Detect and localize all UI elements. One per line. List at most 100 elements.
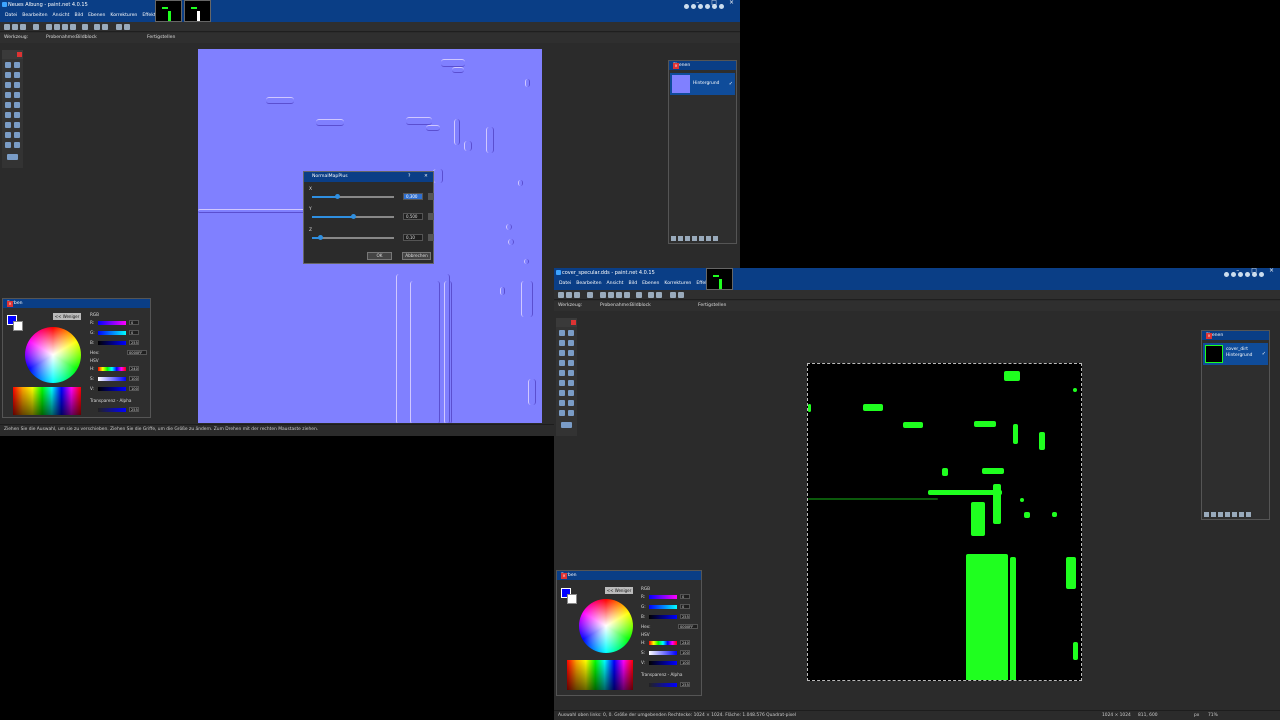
slider-z-value[interactable]: 0,10 [403,234,423,241]
color-palette-2[interactable] [567,660,633,690]
grid-icon-2[interactable] [670,292,676,298]
add-layer-icon-2[interactable] [1204,512,1209,517]
maximize-icon[interactable]: □ [711,0,717,6]
move-up-icon-2[interactable] [1232,512,1237,517]
open-icon-2[interactable] [566,292,572,298]
sampling-select-2[interactable]: Bildblock [630,303,651,308]
v-value-2[interactable]: 100 [680,660,690,665]
redo-icon[interactable] [102,24,108,30]
layers-close-icon[interactable]: × [673,63,679,69]
s-value-2[interactable]: 100 [680,650,690,655]
color-wheel-2[interactable] [579,599,633,653]
tools-icon-2[interactable] [1224,272,1229,277]
save-icon-2[interactable] [574,292,580,298]
b-slider-2[interactable] [649,615,677,619]
h-slider[interactable] [98,367,126,371]
move-sel-icon-2[interactable] [568,340,574,346]
text-icon-2[interactable] [559,410,565,416]
duplicate-layer-icon[interactable] [685,236,690,241]
deselect-icon-2[interactable] [636,292,642,298]
pan-icon-2[interactable] [568,360,574,366]
pencil-icon-2[interactable] [559,390,565,396]
ellipse-select-icon-2[interactable] [559,350,565,356]
lasso-icon-2[interactable] [559,340,565,346]
copy-icon[interactable] [54,24,60,30]
layer-row-cover-dirt[interactable]: cover_dirt Hintergrund ✓ [1203,343,1268,365]
print-icon[interactable] [33,24,39,30]
dialog-close-button[interactable]: ✕ [424,174,428,179]
deselect-icon[interactable] [82,24,88,30]
ok-button[interactable]: OK [367,252,392,260]
g-slider-2[interactable] [649,605,677,609]
ruler-icon-2[interactable] [678,292,684,298]
slider-y-reset-icon[interactable] [428,213,434,220]
status-zoom[interactable]: 71% [1208,713,1218,718]
menu-korrekturen-2[interactable]: Korrekturen [664,281,691,286]
r-slider[interactable] [98,321,126,325]
bucket-icon-2[interactable] [559,370,565,376]
slider-z-track[interactable] [312,235,394,240]
new-icon[interactable] [4,24,10,30]
less-button[interactable]: << Weniger [53,313,81,320]
print-icon-2[interactable] [587,292,593,298]
minimize-icon[interactable]: – [696,0,699,6]
image-tab-specular-2[interactable] [706,268,733,290]
open-icon[interactable] [12,24,18,30]
pan-icon[interactable] [14,92,20,98]
pencil-icon[interactable] [5,122,11,128]
paste-icon-2[interactable] [616,292,622,298]
visibility-icon-2[interactable]: ✓ [1262,351,1266,357]
s-slider[interactable] [98,377,126,381]
v-slider[interactable] [98,387,126,391]
undo-icon[interactable] [94,24,100,30]
copy-icon-2[interactable] [608,292,614,298]
finish-button[interactable]: Fertigstellen [147,35,175,40]
cancel-button[interactable]: Abbrechen [402,252,431,260]
zoom-icon-2[interactable] [568,350,574,356]
rect-select-icon-2[interactable] [559,330,565,336]
move-up-icon[interactable] [699,236,704,241]
magic-wand-icon[interactable] [5,92,11,98]
save-icon[interactable] [20,24,26,30]
move-icon[interactable] [14,62,20,68]
slider-z-reset-icon[interactable] [428,234,434,241]
properties-icon-2[interactable] [1246,512,1251,517]
menu-ebenen[interactable]: Ebenen [88,13,105,18]
recolor-icon-2[interactable] [559,400,565,406]
hex-value-2[interactable]: 0000FF [678,624,698,629]
image-tab-normal[interactable] [184,0,211,22]
history-icon[interactable] [691,4,696,9]
v-slider-2[interactable] [649,661,677,665]
line-icon-2[interactable] [568,410,574,416]
secondary-color-swatch-2[interactable] [567,594,577,604]
menu-bild-2[interactable]: Bild [628,281,637,286]
eraser-icon[interactable] [14,112,20,118]
specular-canvas[interactable] [807,363,1082,681]
cut-icon[interactable] [46,24,52,30]
line-icon[interactable] [14,142,20,148]
menu-ansicht[interactable]: Ansicht [53,13,70,18]
bucket-icon[interactable] [5,102,11,108]
eraser-icon-2[interactable] [568,380,574,386]
slider-x-reset-icon[interactable] [428,193,434,200]
brush-icon-2[interactable] [559,380,565,386]
delete-layer-icon-2[interactable] [1211,512,1216,517]
shapes-icon[interactable] [7,154,18,160]
r-value-2[interactable]: 0 [680,594,690,599]
r-slider-2[interactable] [649,595,677,599]
crop-icon-2[interactable] [624,292,630,298]
color-wheel[interactable] [25,327,81,383]
grid-icon[interactable] [116,24,122,30]
s-slider-2[interactable] [649,651,677,655]
new-icon-2[interactable] [558,292,564,298]
secondary-color-swatch[interactable] [13,321,23,331]
h-value[interactable]: 240 [129,366,139,371]
layer-row-background[interactable]: Hintergrund ✓ [670,73,735,95]
add-layer-icon[interactable] [671,236,676,241]
v-value[interactable]: 100 [129,386,139,391]
paste-icon[interactable] [62,24,68,30]
picker-icon[interactable] [14,132,20,138]
alpha-slider-2[interactable] [649,683,677,687]
history-icon-2[interactable] [1231,272,1236,277]
dialog-titlebar[interactable]: NormalMapPlus ? ✕ [304,172,433,182]
